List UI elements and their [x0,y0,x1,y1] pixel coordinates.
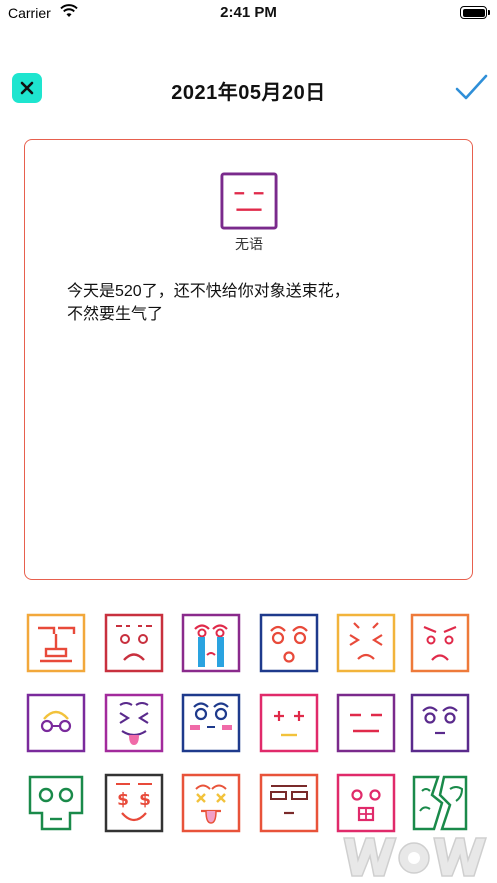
sad-face-icon[interactable] [104,613,164,673]
watermark-logo [340,830,492,880]
diary-text[interactable]: 今天是520了，还不快给你对象送束花， 不然要生气了 [67,280,437,326]
money-face-icon[interactable]: $ $ [104,773,164,833]
skull-face-icon[interactable] [26,773,86,833]
tongue-face-icon[interactable] [104,693,164,753]
page-title[interactable]: 2021年05月20日 [100,76,397,105]
blushing-face-icon[interactable] [181,693,241,753]
crying-face-icon[interactable] [181,613,241,673]
glasses-face-icon[interactable] [26,693,86,753]
close-button[interactable] [12,73,42,103]
checkmark-icon [455,74,488,100]
dizzy-face-icon[interactable] [181,773,241,833]
flat-eyes-face-icon[interactable] [259,773,319,833]
plus-eyes-face-icon[interactable] [259,693,319,753]
svg-text:$: $ [139,790,151,810]
angry-face-icon[interactable] [410,613,470,673]
selected-mood-icon [220,172,278,230]
status-bar: Carrier 2:41 PM [0,0,497,26]
battery-icon [460,6,490,19]
wincing-face-icon[interactable] [336,613,396,673]
wide-eyes-face-icon[interactable] [410,693,470,753]
close-icon [20,81,34,95]
broken-face-icon[interactable] [410,773,470,833]
status-time: 2:41 PM [220,4,277,21]
surprised-face-icon[interactable] [259,613,319,673]
diary-line-1: 今天是520了，还不快给你对象送束花， [67,283,350,300]
diary-line-2: 不然要生气了 [67,306,164,323]
speechless-face-icon[interactable] [336,693,396,753]
confirm-button[interactable] [453,70,489,106]
tongue-block-face-icon[interactable] [336,773,396,833]
mood-label: 无语 [235,236,263,252]
robot-face-icon[interactable] [26,613,86,673]
svg-text:$: $ [117,790,129,810]
